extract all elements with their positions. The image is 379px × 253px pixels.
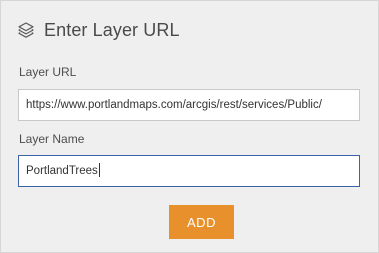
layers-icon [17, 21, 35, 39]
panel-header: Enter Layer URL [17, 18, 180, 42]
layer-name-input[interactable]: PortlandTrees [18, 155, 360, 187]
add-button[interactable]: ADD [169, 205, 234, 239]
layer-name-value-wrap: PortlandTrees [26, 156, 100, 186]
layer-url-input[interactable]: https://www.portlandmaps.com/arcgis/rest… [18, 89, 360, 121]
layer-url-label: Layer URL [19, 65, 77, 79]
layer-url-value: https://www.portlandmaps.com/arcgis/rest… [26, 99, 322, 111]
text-caret [98, 163, 100, 177]
layer-name-label: Layer Name [19, 132, 85, 146]
enter-layer-url-panel: Enter Layer URL Layer URL https://www.po… [0, 0, 379, 253]
layer-name-value: PortlandTrees [26, 165, 98, 177]
panel-title: Enter Layer URL [44, 19, 180, 40]
